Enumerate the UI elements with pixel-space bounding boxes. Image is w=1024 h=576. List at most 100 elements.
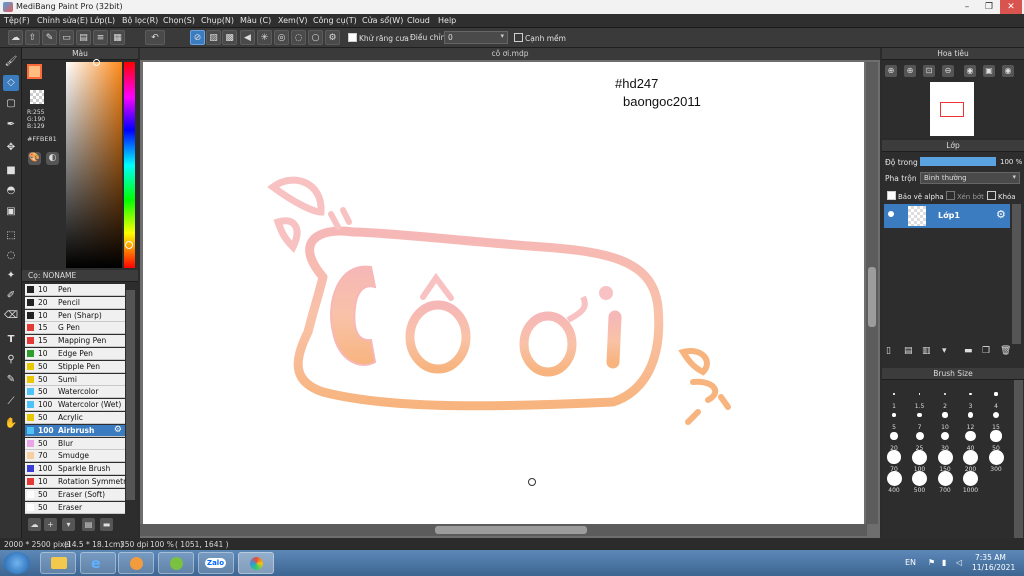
zoom-out-icon[interactable]: ⊖ xyxy=(942,65,954,77)
gear-icon[interactable]: ⚙ xyxy=(996,208,1006,221)
palette-icon[interactable]: 🎨 xyxy=(28,152,41,165)
brush-row[interactable]: 50 Watercolor xyxy=(25,386,125,399)
brush-row[interactable]: 50 Eraser (Soft) xyxy=(25,488,125,501)
brush-size-dot[interactable] xyxy=(940,431,950,441)
dot-tool-icon[interactable]: ▢ xyxy=(3,96,19,112)
swap-color-icon[interactable]: ◐ xyxy=(46,152,59,165)
flip-icon[interactable]: ▣ xyxy=(983,65,995,77)
brush-row[interactable]: 50 Stipple Pen xyxy=(25,360,125,373)
brush-size-dot[interactable] xyxy=(967,412,974,418)
visibility-icon[interactable] xyxy=(888,211,894,217)
no-snap-icon[interactable]: ⊘ xyxy=(190,30,205,45)
hue-slider[interactable] xyxy=(124,62,135,268)
vertical-scroll-thumb[interactable] xyxy=(868,267,876,327)
document-icon[interactable]: ▤ xyxy=(76,30,91,45)
close-button[interactable]: ✕ xyxy=(1000,0,1022,14)
brush-size-dot[interactable] xyxy=(893,393,895,395)
menu-capture[interactable]: Chụp(N) xyxy=(201,16,234,25)
brush-row[interactable]: 100 Watercolor (Wet) xyxy=(25,399,125,412)
hue-cursor[interactable] xyxy=(125,241,133,249)
rotate-icon[interactable]: ◉ xyxy=(964,65,976,77)
duplicate-layer-icon[interactable]: ❐ xyxy=(982,346,992,357)
brush-row[interactable]: 100 Sparkle Brush xyxy=(25,463,125,476)
brush-size-dot[interactable] xyxy=(963,449,978,465)
brush-tool-icon[interactable]: 🖌 xyxy=(3,54,19,70)
layer-row[interactable]: Lớp1 ⚙ xyxy=(884,204,1010,228)
brush-size-dot[interactable] xyxy=(937,449,953,465)
brush-row[interactable]: 50 Eraser xyxy=(25,501,125,514)
brush-size-dot[interactable] xyxy=(915,432,924,440)
brush-row[interactable]: 20 Pencil xyxy=(25,296,125,309)
brush-row[interactable]: 70 Smudge xyxy=(25,450,125,463)
canvas[interactable]: #hd247 baongoc2011 xyxy=(143,62,864,524)
navigator-thumbnail[interactable] xyxy=(930,82,974,136)
brush-doc-icon[interactable]: ▤ xyxy=(82,518,95,531)
pen-tool-icon[interactable]: ✒ xyxy=(3,117,19,133)
add-brush-icon[interactable]: + xyxy=(44,518,57,531)
select-pen-icon[interactable]: ✐ xyxy=(3,288,19,304)
sub-color-swatch[interactable] xyxy=(30,90,44,104)
brush-size-dot[interactable] xyxy=(965,430,976,442)
menu-help[interactable]: Help xyxy=(438,16,456,25)
gear-icon[interactable]: ⚙ xyxy=(114,425,122,435)
brush-size-dot[interactable] xyxy=(886,470,902,486)
operation-tool-icon[interactable]: ⚲ xyxy=(3,352,19,368)
layer-scrollbar[interactable] xyxy=(1012,204,1021,344)
gradient-tool-icon[interactable]: ▣ xyxy=(3,204,19,220)
reset-icon[interactable]: ◉ xyxy=(1002,65,1014,77)
menu-filter[interactable]: Bộ lọc(R) xyxy=(122,16,158,25)
select-tool-icon[interactable]: ⬚ xyxy=(3,228,19,244)
brush-size-dot[interactable] xyxy=(990,430,1002,442)
main-color-swatch[interactable] xyxy=(27,64,42,79)
vertical-scrollbar[interactable] xyxy=(866,62,878,524)
taskbar-medibang-icon[interactable] xyxy=(238,552,274,574)
comment-icon[interactable]: ▭ xyxy=(59,30,74,45)
clipping-checkbox[interactable]: Xén bớt xyxy=(946,191,984,201)
language-indicator[interactable]: EN xyxy=(905,558,916,567)
horizontal-scroll-thumb[interactable] xyxy=(435,526,587,534)
menu-edit[interactable]: Chỉnh sửa(E) xyxy=(37,16,88,25)
taskbar-explorer-icon[interactable] xyxy=(40,552,76,574)
brush-size-dot[interactable] xyxy=(988,449,1004,465)
protect-alpha-checkbox[interactable]: Bảo vệ alpha xyxy=(887,191,944,201)
chat-icon[interactable]: ✎ xyxy=(42,30,57,45)
brush-row[interactable]: 15 Mapping Pen xyxy=(25,335,125,348)
brush-row[interactable]: 10 Rotation Symmetry xyxy=(25,476,131,488)
brush-size-dot[interactable] xyxy=(912,449,927,465)
settings-icon[interactable]: ⚙ xyxy=(325,30,340,45)
circle-icon[interactable]: ○ xyxy=(308,30,323,45)
menu-color[interactable]: Màu (C) xyxy=(240,16,271,25)
parallel-snap-icon[interactable]: ▨ xyxy=(206,30,221,45)
menu-file[interactable]: Tệp(F) xyxy=(4,16,30,25)
taskbar-zalo-icon[interactable]: Zalo xyxy=(198,552,234,574)
brush-size-dot[interactable] xyxy=(937,470,953,486)
concentric-icon[interactable]: ◎ xyxy=(274,30,289,45)
cloud-icon[interactable]: ☁ xyxy=(8,30,23,45)
clock-time[interactable]: 7:35 AM xyxy=(975,553,1006,562)
maximize-button[interactable]: ❐ xyxy=(978,0,1000,14)
clock-date[interactable]: 11/16/2021 xyxy=(972,563,1015,572)
brush-size-dot[interactable] xyxy=(917,412,922,418)
adjust-select[interactable]: 0 ▾ xyxy=(444,31,508,44)
lasso-tool-icon[interactable]: ◌ xyxy=(3,248,19,264)
brush-size-dot[interactable] xyxy=(994,392,998,396)
menu-layer[interactable]: Lớp(L) xyxy=(90,16,115,25)
taskbar-ie-icon[interactable]: e xyxy=(80,552,116,574)
menu-select[interactable]: Chọn(S) xyxy=(163,16,195,25)
zoom-in-icon[interactable]: ⊕ xyxy=(885,65,897,77)
antialias-checkbox[interactable]: Khử răng cưa xyxy=(348,33,409,43)
brush-size-dot[interactable] xyxy=(963,470,978,486)
brush-size-dot[interactable] xyxy=(918,393,921,395)
taskbar-media-icon[interactable] xyxy=(118,552,154,574)
brush-size-dot[interactable] xyxy=(912,470,927,486)
brush-size-dot[interactable] xyxy=(992,411,1000,419)
eyedropper-icon[interactable]: ✎ xyxy=(3,372,19,388)
layer-menu-icon[interactable]: ▾ xyxy=(942,346,952,357)
menu-window[interactable]: Cửa sổ(W) xyxy=(362,16,403,25)
magic-wand-icon[interactable]: ✦ xyxy=(3,268,19,284)
eraser-tool-icon[interactable]: ◇ xyxy=(3,75,19,91)
brush-row[interactable]: 100 Airbrush ⚙ xyxy=(25,424,125,437)
tray-flag-icon[interactable]: ⚑ xyxy=(928,558,935,567)
brush-size-dot[interactable] xyxy=(890,432,898,440)
layer-folder-icon[interactable]: ▬ xyxy=(964,346,976,357)
